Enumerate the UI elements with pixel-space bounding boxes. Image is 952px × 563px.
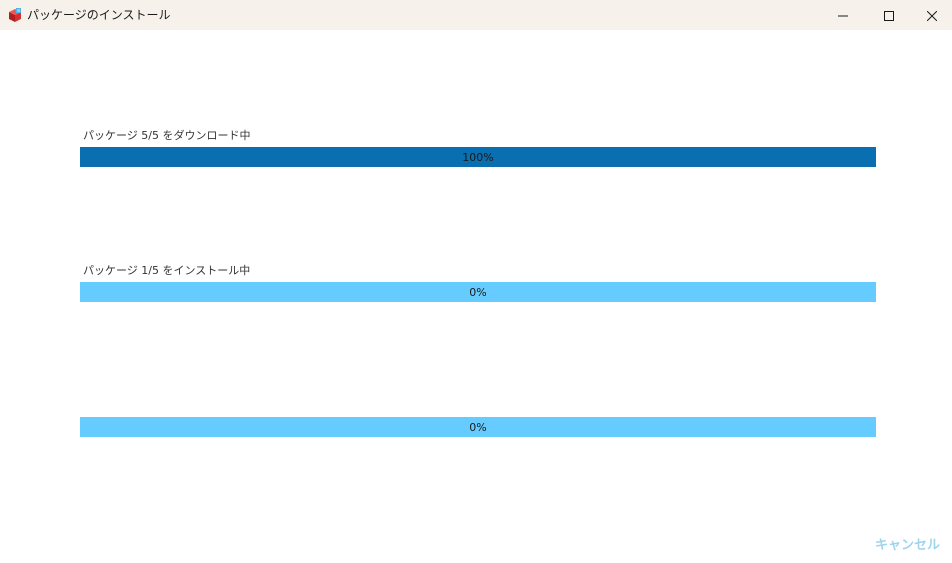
overall-progress-percent: 0%: [469, 421, 487, 434]
install-progress-bar: 0%: [80, 282, 876, 302]
window-title: パッケージのインストール: [27, 8, 171, 22]
close-icon: [926, 6, 938, 25]
installer-window: パッケージのインストール パッケージ 5/5 をダウンロード中 100% パッケ…: [0, 0, 952, 563]
minimize-icon: [838, 6, 848, 25]
install-content: パッケージ 5/5 をダウンロード中 100% パッケージ 1/5 をインストー…: [0, 30, 952, 563]
minimize-button[interactable]: [820, 0, 866, 30]
install-status-label: パッケージ 1/5 をインストール中: [83, 264, 251, 277]
download-status-label: パッケージ 5/5 をダウンロード中: [83, 129, 251, 142]
download-progress-bar: 100%: [80, 147, 876, 167]
cancel-button[interactable]: キャンセル: [875, 538, 940, 554]
maximize-icon: [884, 6, 894, 25]
install-progress-percent: 0%: [469, 286, 487, 299]
maximize-button[interactable]: [866, 0, 912, 30]
overall-progress-bar: 0%: [80, 417, 876, 437]
title-bar[interactable]: パッケージのインストール: [0, 0, 952, 30]
close-button[interactable]: [912, 0, 952, 30]
app-icon: [7, 7, 23, 23]
download-progress-percent: 100%: [462, 151, 494, 164]
